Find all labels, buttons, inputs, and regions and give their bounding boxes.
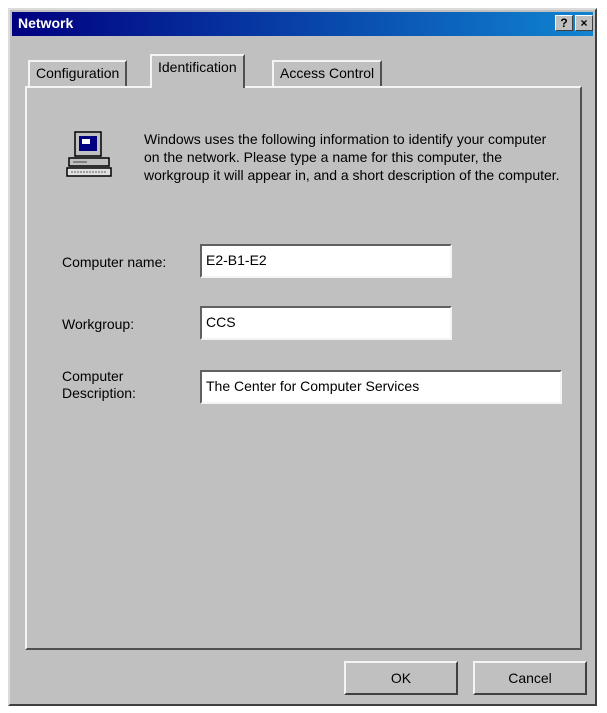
ok-button[interactable]: OK	[344, 661, 458, 695]
cancel-button[interactable]: Cancel	[473, 661, 587, 695]
computer-name-label: Computer name:	[62, 254, 167, 270]
computer-description-input[interactable]: The Center for Computer Services	[200, 370, 562, 404]
window-title: Network	[18, 15, 74, 31]
computer-icon	[66, 131, 112, 177]
description-label-line2: Description:	[62, 385, 136, 401]
identification-panel: Windows uses the following information t…	[25, 86, 582, 650]
description-text: Windows uses the following information t…	[144, 131, 560, 183]
workgroup-input[interactable]: CCS	[200, 306, 452, 340]
network-dialog: Network ? × Configuration Identification…	[8, 8, 597, 706]
tab-access-control[interactable]: Access Control	[272, 60, 383, 86]
tab-configuration[interactable]: Configuration	[28, 60, 128, 86]
workgroup-label: Workgroup:	[62, 316, 135, 332]
title-bar[interactable]: Network ? ×	[12, 12, 593, 36]
description-label-line1: Computer	[62, 368, 124, 384]
tab-identification[interactable]: Identification	[150, 54, 245, 88]
computer-name-input[interactable]: E2-B1-E2	[200, 244, 452, 278]
help-button[interactable]: ?	[555, 15, 573, 31]
close-button[interactable]: ×	[575, 15, 593, 31]
